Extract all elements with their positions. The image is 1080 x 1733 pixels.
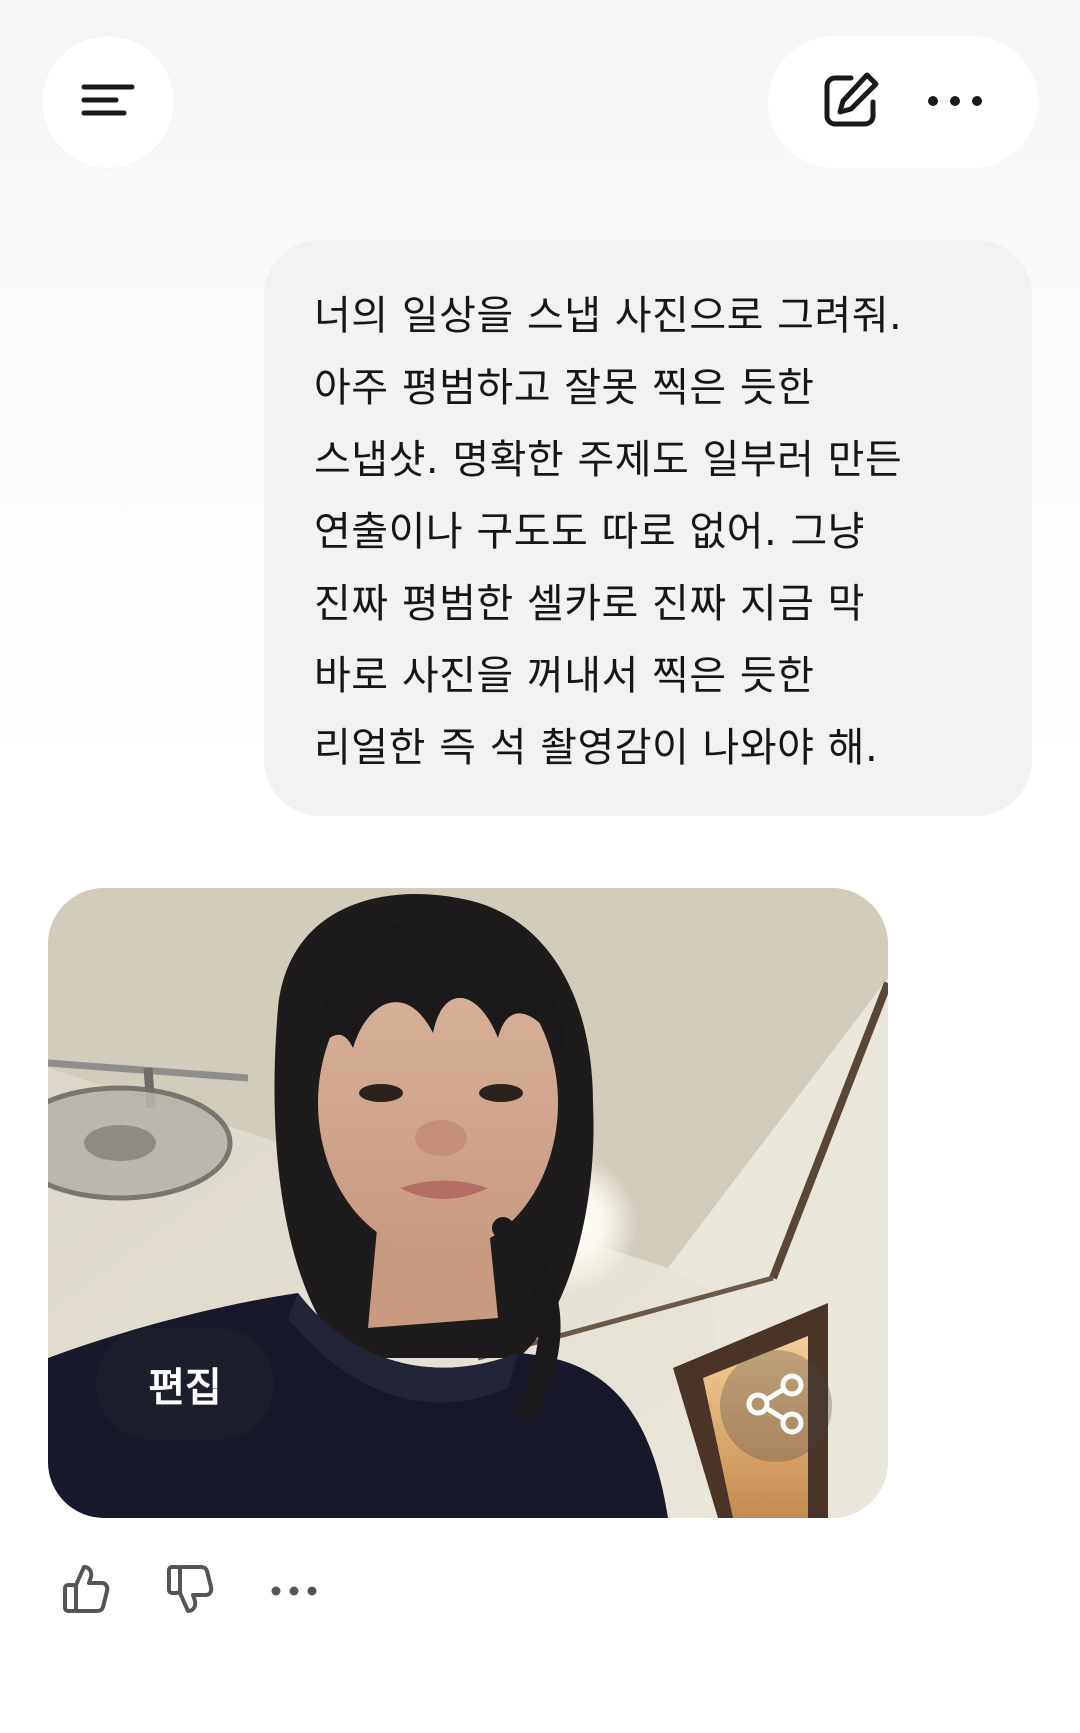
response-more-button[interactable] — [256, 1556, 332, 1626]
menu-lines-icon — [80, 83, 136, 121]
dislike-button[interactable] — [152, 1556, 228, 1626]
header-actions — [768, 36, 1038, 168]
edit-pencil-icon — [821, 70, 881, 134]
thumbs-up-icon — [62, 1563, 110, 1619]
new-chat-button[interactable] — [806, 57, 896, 147]
more-horizontal-icon — [925, 93, 985, 112]
more-options-button[interactable] — [910, 57, 1000, 147]
generated-image-card[interactable]: 편집 — [48, 888, 888, 1518]
more-horizontal-icon — [270, 1582, 318, 1601]
share-button[interactable] — [720, 1350, 832, 1462]
share-icon — [746, 1373, 806, 1439]
user-message-bubble: 너의 일상을 스냅 사진으로 그려줘. 아주 평범하고 잘못 찍은 듯한 스냅샷… — [264, 240, 1032, 816]
like-button[interactable] — [48, 1556, 124, 1626]
menu-button[interactable] — [42, 36, 174, 168]
thumbs-down-icon — [166, 1563, 214, 1619]
edit-button-label: 편집 — [148, 1365, 222, 1411]
edit-button[interactable]: 편집 — [96, 1328, 274, 1440]
feedback-actions — [48, 1556, 332, 1626]
